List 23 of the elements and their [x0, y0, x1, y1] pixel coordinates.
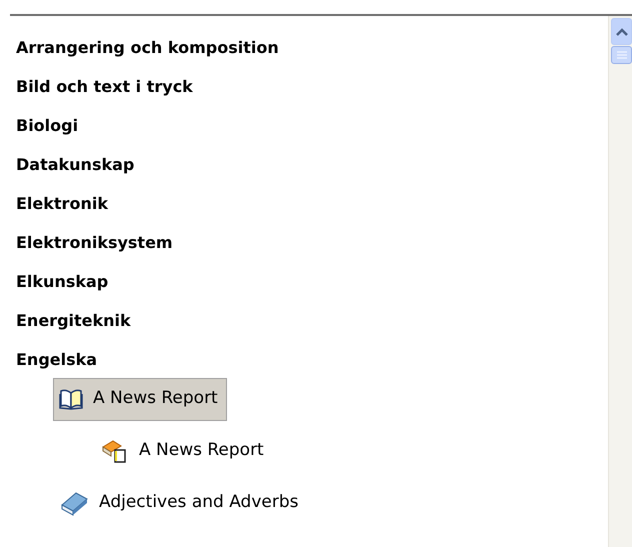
category-label[interactable]: Arrangering och komposition	[16, 36, 279, 60]
up-caret-icon	[616, 28, 628, 36]
grip-icon	[616, 51, 626, 59]
category-label[interactable]: Elkunskap	[16, 270, 108, 294]
book-document-icon	[101, 439, 129, 463]
category-label[interactable]: Elektroniksystem	[16, 230, 173, 254]
category-label[interactable]: Energiteknik	[16, 308, 131, 332]
item-label: A News Report	[139, 439, 264, 462]
scroll-thumb[interactable]	[611, 46, 632, 64]
scroll-up-button[interactable]	[611, 18, 632, 45]
category-label[interactable]: Engelska	[16, 348, 98, 372]
category-label[interactable]: Datakunskap	[16, 152, 134, 176]
item-label: A News Report	[93, 387, 218, 410]
category-label[interactable]: Bild och text i tryck	[16, 74, 193, 98]
tree-item[interactable]: Adjectives and Adverbs	[53, 482, 308, 524]
item-label: Adjectives and Adverbs	[99, 491, 298, 514]
tree-item[interactable]: A News Report	[53, 378, 227, 420]
category-label[interactable]: Elektronik	[16, 192, 108, 216]
book-icon	[59, 490, 89, 516]
category-label[interactable]: Biologi	[16, 114, 78, 138]
scrollbar[interactable]	[608, 16, 632, 547]
tree-item[interactable]: A News Report	[95, 430, 273, 472]
open-book-icon	[59, 388, 83, 410]
